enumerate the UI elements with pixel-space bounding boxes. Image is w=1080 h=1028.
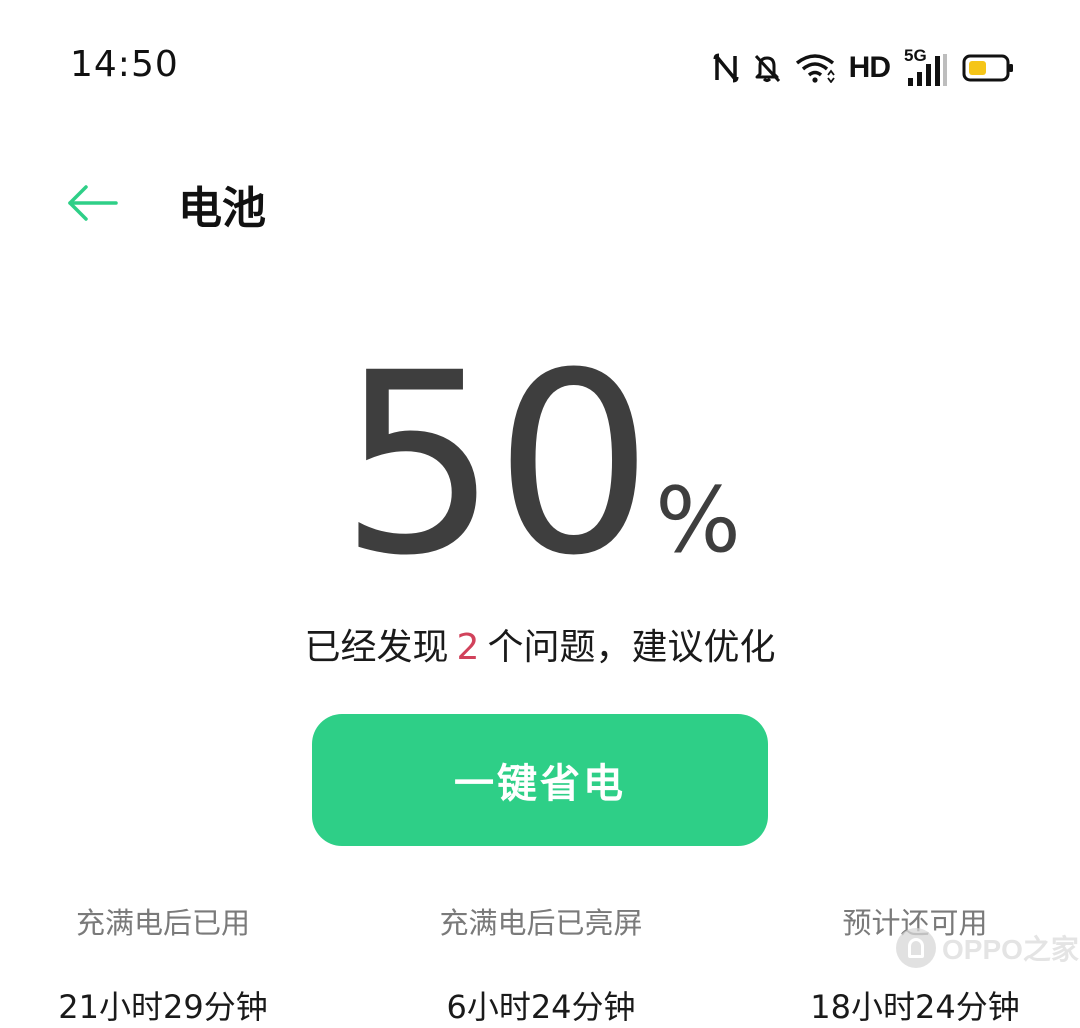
issue-prefix: 已经发现 [304,627,449,668]
stat-label: 充满电后已亮屏 [439,906,643,940]
percent-sign: % [655,468,741,573]
issue-summary: 已经发现 2 个问题，建议优化 [0,618,1080,670]
status-time: 14:50 [70,44,179,85]
battery-icon [962,53,1014,83]
stat-value: 6小时24分钟 [446,988,636,1026]
watermark: OPPO之家 [896,928,1079,968]
stat-screen-on-since-full: 充满电后已亮屏 6小时24分钟 [430,900,652,1028]
issue-suffix: 个问题，建议优化 [487,627,776,668]
mute-bell-icon [753,53,781,83]
back-button[interactable] [60,178,124,228]
wifi-icon [795,53,835,83]
stat-label: 充满电后已用 [75,906,250,940]
signal-icon: 5G [904,46,948,86]
stat-used-since-full: 充满电后已用 21小时29分钟 [52,900,274,1028]
stat-value: 18小时24分钟 [810,988,1020,1026]
nfc-icon [713,53,739,83]
page-title: 电池 [178,183,266,234]
stat-value: 21小时29分钟 [58,988,268,1026]
battery-percentage: 50 [339,319,653,610]
watermark-text: OPPO之家 [942,934,1079,965]
oppo-home-logo-icon [896,928,936,968]
arrow-left-icon [68,185,118,221]
status-bar: 14:50 HD 5G [0,0,1080,130]
battery-level: 50% [0,340,1080,590]
hd-label: HD [848,51,891,84]
status-icons: HD 5G [713,46,1014,90]
app-header: 电池 [0,150,1080,260]
issue-count: 2 [456,627,480,668]
power-saving-button[interactable]: 一键省电 [312,714,768,846]
